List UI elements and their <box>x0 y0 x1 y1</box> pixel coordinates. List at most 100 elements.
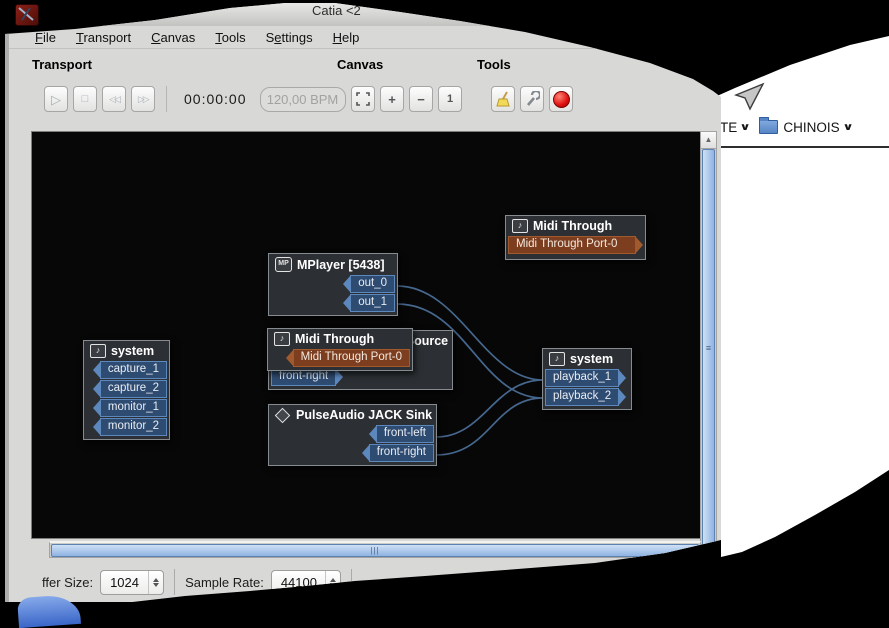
node-header[interactable]: ♪ system <box>84 341 169 360</box>
backward-icon: ◁◁ <box>109 93 121 104</box>
node-title: PulseAudio JACK Sink <box>296 408 433 422</box>
backward-button[interactable]: ◁◁ <box>102 86 126 112</box>
menu-item-canvas[interactable]: Canvas <box>141 28 205 47</box>
node-system-left[interactable]: ♪ system capture_1 capture_2 monitor_1 monito… <box>83 340 170 440</box>
menu-item-settings[interactable]: Settings <box>256 28 323 47</box>
catia-window: Catia <2 File Transport Canvas Tools Setting… <box>5 3 721 602</box>
toolbar-separator <box>166 86 167 112</box>
port-capture_2[interactable]: capture_2 <box>92 380 167 398</box>
page-divider-line <box>720 146 889 148</box>
mplayer-icon: MP <box>275 257 292 272</box>
play-icon: ▷ <box>51 91 61 107</box>
node-title: system <box>111 344 155 358</box>
pulseaudio-icon <box>274 407 291 423</box>
node-header[interactable]: ♪ Midi Through <box>506 216 645 235</box>
port-monitor_2[interactable]: monitor_2 <box>92 418 167 436</box>
cable <box>435 397 544 456</box>
node-title: MPlayer [5438] <box>297 257 385 272</box>
forward-icon: ▷▷ <box>137 93 150 104</box>
node-title: Midi Through <box>295 332 375 346</box>
port-Midi Through Port-0[interactable]: Midi Through Port-0 <box>285 349 410 367</box>
play-button[interactable]: ▷ <box>44 86 68 112</box>
forward-button[interactable]: ▷▷ <box>131 86 155 112</box>
port-out_1[interactable]: out_1 <box>343 294 395 312</box>
scroll-up-icon[interactable]: ▲ <box>701 132 716 149</box>
status-separator <box>350 569 352 595</box>
zoom-in-icon: + <box>388 91 396 107</box>
sample-rate-label: Sample Rate: <box>185 574 264 590</box>
window-title: Catia <2 <box>312 3 361 18</box>
port-Midi Through Port-0[interactable]: Midi Through Port-0 <box>508 236 643 254</box>
midi-device-icon: ♪ <box>512 219 528 233</box>
zoom-fit-button[interactable] <box>351 86 375 112</box>
patchbay-canvas[interactable]: PulseAudio JACK Sourcefront-right♪Midi T… <box>31 131 701 539</box>
record-icon <box>552 90 570 108</box>
node-header[interactable]: MP MPlayer [5438] <box>269 254 397 274</box>
node-header[interactable]: ♪ Midi Through <box>268 329 412 348</box>
catia-app-icon[interactable] <box>15 4 39 26</box>
sample-rate-value: 44100 <box>280 574 317 590</box>
port-capture_1[interactable]: capture_1 <box>92 361 167 379</box>
bookmark-label: TE <box>720 119 738 135</box>
node-title: system <box>570 352 614 366</box>
node-midi-through-mid[interactable]: ♪ Midi Through Midi Through Port-0 <box>267 328 413 371</box>
bookmark-label: CHINOIS <box>783 119 840 135</box>
transport-time: 00:00:00 <box>184 91 247 107</box>
node-title: Midi Through <box>533 219 613 233</box>
zoom-100-button[interactable]: 1 <box>438 86 462 112</box>
midi-device-icon: ♪ <box>274 332 290 346</box>
spinner-icons[interactable] <box>148 570 163 594</box>
node-header[interactable]: PulseAudio JACK Sink <box>269 405 436 424</box>
vertical-scrollbar[interactable]: ▲ ≡ <box>700 131 717 563</box>
clear-broom-icon <box>496 91 510 107</box>
configure-wrench-icon <box>527 91 540 106</box>
bpm-field[interactable]: 120,00 BPM <box>259 86 346 112</box>
port-front-right[interactable]: front-right <box>361 444 434 462</box>
bookmark-item-chinois[interactable]: CHINOIS ∨ <box>759 117 853 135</box>
node-midi-through-top[interactable]: ♪ Midi Through Midi Through Port-0 <box>505 215 646 260</box>
port-playback_1[interactable]: playback_1 <box>545 369 627 387</box>
menu-item-help[interactable]: Help <box>323 28 370 47</box>
node-header[interactable]: ♪ system <box>543 349 631 368</box>
horizontal-scrollbar-thumb[interactable]: ||| <box>51 544 699 557</box>
spinner-icons[interactable] <box>324 570 340 594</box>
configure-button[interactable] <box>520 86 544 112</box>
menu-item-tools[interactable]: Tools <box>205 28 255 47</box>
vertical-scrollbar-thumb[interactable]: ≡ <box>702 149 715 547</box>
zoom-100-icon: 1 <box>446 92 454 105</box>
node-pulse-sink[interactable]: PulseAudio JACK Sink front-left front-righ… <box>268 404 437 466</box>
zoom-fit-icon <box>356 92 370 106</box>
folder-icon <box>759 117 779 134</box>
tools-toolbar <box>491 86 573 112</box>
port-out_0[interactable]: out_0 <box>343 275 395 293</box>
transport-toolbar: ▷ □ ◁◁ ▷▷ 00:00:00 120,00 BPM <box>44 86 346 112</box>
bookmark-item-te[interactable]: TE ∨ <box>720 119 751 135</box>
stop-button[interactable]: □ <box>73 86 97 112</box>
port-playback_2[interactable]: playback_2 <box>545 388 627 406</box>
canvas-group-label: Canvas <box>337 57 384 72</box>
port-monitor_1[interactable]: monitor_1 <box>92 399 167 417</box>
menu-bar: File Transport Canvas Tools Settings Help <box>9 26 721 49</box>
sample-rate-combo[interactable]: 44100 <box>270 569 341 595</box>
audio-hardware-icon: ♪ <box>549 352 565 366</box>
horizontal-scrollbar[interactable]: ||| <box>49 541 701 558</box>
audio-hardware-icon: ♪ <box>90 344 106 358</box>
canvas-toolbar: + − 1 <box>351 86 462 112</box>
port-front-left[interactable]: front-left <box>368 425 434 443</box>
node-system-right[interactable]: ♪ system playback_1 playback_2 <box>542 348 632 410</box>
stop-icon: □ <box>81 92 89 105</box>
buffer-size-label: ffer Size: <box>42 574 94 590</box>
zoom-in-button[interactable]: + <box>380 86 404 112</box>
record-button[interactable] <box>549 86 573 112</box>
bookmark-bar: TE ∨ CHINOIS ∨ <box>720 115 853 139</box>
menu-item-file[interactable]: File <box>25 28 66 47</box>
tools-group-label: Tools <box>477 57 511 72</box>
menu-item-transport[interactable]: Transport <box>66 28 141 47</box>
buffer-size-combo[interactable]: 1024 <box>100 569 165 595</box>
status-bar: ffer Size: 1024 Sample Rate: 44100 <box>9 564 721 600</box>
title-bar[interactable]: Catia <2 <box>9 3 721 26</box>
zoom-out-button[interactable]: − <box>409 86 433 112</box>
node-mplayer[interactable]: MP MPlayer [5438] out_0 out_1 <box>268 253 398 316</box>
transport-group-label: Transport <box>32 57 92 72</box>
clear-button[interactable] <box>491 86 515 112</box>
